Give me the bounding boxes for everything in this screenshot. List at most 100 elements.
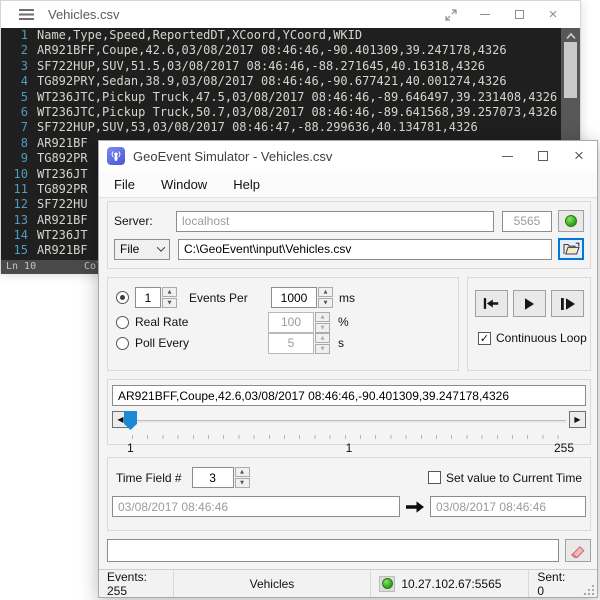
events-count: Events: 255 [99, 570, 173, 597]
editor-line: 5WT236JTC,Pickup Truck,47.5,03/08/2017 0… [1, 90, 580, 105]
arrow-right-icon [405, 500, 425, 514]
minimize-button[interactable] [468, 1, 502, 28]
spin-up-icon[interactable]: ▲ [235, 467, 250, 477]
server-host-input[interactable]: localhost [176, 211, 494, 232]
maximize-button[interactable] [525, 141, 561, 171]
server-address-cell: 10.27.102.67:5565 [371, 570, 528, 597]
scroll-up-icon [565, 32, 577, 40]
server-port-input[interactable]: 5565 [502, 211, 552, 232]
event-group: AR921BFF,Coupe,42.6,03/08/2017 08:46:46,… [107, 379, 591, 445]
rate-group: 1 ▲▼ Events Per 1000 ▲▼ ms Real Rate 100… [107, 277, 459, 371]
clear-log-button[interactable] [565, 539, 591, 562]
editor-line: 7SF722HUP,SUV,53,03/08/2017 08:46:47,-88… [1, 120, 580, 135]
playback-group: ✓ Continuous Loop [467, 277, 591, 371]
interval-stepper[interactable]: 1000 ▲▼ [271, 287, 333, 308]
interval-unit-label: ms [339, 291, 355, 305]
simulator-statusbar: Events: 255 Vehicles 10.27.102.67:5565 S… [99, 569, 597, 597]
slider-min-label: 1 [127, 441, 134, 455]
close-button[interactable]: × [536, 1, 570, 28]
slider-current-label: 1 [346, 441, 353, 455]
scrollbar-thumb[interactable] [564, 42, 577, 98]
spin-down-icon[interactable]: ▼ [318, 298, 333, 308]
slider-track[interactable] [132, 420, 566, 423]
time-field-stepper[interactable]: 3 ▲▼ [192, 467, 250, 488]
real-rate-unit-label: % [338, 315, 349, 329]
server-label: Server: [114, 214, 176, 228]
file-path-input[interactable]: C:\GeoEvent\input\Vehicles.csv [178, 239, 552, 260]
time-field-label: Time Field # [116, 471, 182, 485]
spin-up-icon[interactable]: ▲ [318, 287, 333, 297]
slider-ticks [132, 435, 566, 439]
feed-name: Vehicles [174, 570, 371, 597]
events-per-label: Events Per [189, 291, 259, 305]
menu-window[interactable]: Window [161, 177, 207, 192]
real-rate-label: Real Rate [135, 315, 188, 329]
set-current-time-label: Set value to Current Time [446, 471, 582, 485]
play-button[interactable] [513, 290, 546, 317]
step-forward-button[interactable] [551, 290, 584, 317]
spin-down-icon[interactable]: ▼ [315, 323, 330, 333]
minimize-button[interactable] [489, 141, 525, 171]
eraser-icon [570, 543, 587, 558]
poll-stepper[interactable]: 5 ▲▼ [268, 333, 330, 354]
editor-window-title: Vehicles.csv [48, 7, 120, 22]
poll-every-label: Poll Every [135, 336, 189, 350]
current-event-field[interactable]: AR921BFF,Coupe,42.6,03/08/2017 08:46:46,… [112, 385, 586, 406]
events-per-radio[interactable] [116, 291, 129, 304]
sent-count: Sent: 0 [529, 570, 583, 597]
events-count-stepper[interactable]: 1 ▲▼ [135, 287, 177, 308]
connected-icon [565, 215, 577, 227]
simulator-window-title: GeoEvent Simulator - Vehicles.csv [133, 149, 332, 164]
connected-icon [379, 576, 395, 592]
chevron-down-icon [157, 243, 165, 251]
editor-titlebar: Vehicles.csv × [1, 1, 580, 28]
real-rate-stepper[interactable]: 100 ▲▼ [268, 312, 330, 333]
editor-line: 2AR921BFF,Coupe,42.6,03/08/2017 08:46:46… [1, 43, 580, 58]
message-log-field[interactable] [107, 539, 559, 562]
line-indicator: Ln 10 [6, 260, 36, 274]
menubar: File Window Help [99, 171, 597, 198]
skip-to-start-icon [482, 297, 500, 310]
real-rate-radio[interactable] [116, 316, 129, 329]
editor-line: 1Name,Type,Speed,ReportedDT,XCoord,YCoor… [1, 28, 580, 43]
continuous-loop-label: Continuous Loop [496, 331, 587, 345]
server-address: 10.27.102.67:5565 [401, 577, 501, 591]
simulator-titlebar: GeoEvent Simulator - Vehicles.csv × [99, 141, 597, 171]
menu-help[interactable]: Help [233, 177, 260, 192]
maximize-button[interactable] [502, 1, 536, 28]
connection-status-button[interactable] [558, 210, 584, 232]
resize-grip[interactable] [583, 584, 595, 596]
editor-line: 4TG892PRY,Sedan,38.9,03/08/2017 08:46:46… [1, 74, 580, 89]
event-slider[interactable]: ◀ ▶ 1 1 255 [108, 409, 590, 443]
menu-file[interactable]: File [114, 177, 135, 192]
set-current-time-checkbox[interactable]: ✓ [428, 471, 441, 484]
geoevent-simulator-window: GeoEvent Simulator - Vehicles.csv × File… [98, 140, 598, 598]
spin-down-icon[interactable]: ▼ [315, 344, 330, 354]
browse-file-button[interactable] [558, 238, 584, 260]
spin-up-icon[interactable]: ▲ [315, 312, 330, 322]
step-forward-icon [559, 297, 576, 311]
editor-line: 3SF722HUP,SUV,51.5,03/08/2017 08:46:46,-… [1, 59, 580, 74]
spin-up-icon[interactable]: ▲ [315, 333, 330, 343]
time-to-field[interactable]: 03/08/2017 08:46:46 [430, 496, 586, 517]
geoevent-app-icon [107, 147, 125, 165]
hamburger-menu-icon[interactable] [19, 9, 34, 20]
close-button[interactable]: × [561, 141, 597, 171]
continuous-loop-checkbox[interactable]: ✓ [478, 332, 491, 345]
skip-to-start-button[interactable] [475, 290, 508, 317]
expand-icon[interactable] [434, 1, 468, 28]
poll-every-radio[interactable] [116, 337, 129, 350]
open-folder-icon [563, 242, 580, 256]
spin-up-icon[interactable]: ▲ [162, 287, 177, 297]
editor-line: 6WT236JTC,Pickup Truck,50.7,03/08/2017 0… [1, 105, 580, 120]
slider-right-arrow[interactable]: ▶ [569, 411, 586, 428]
spin-down-icon[interactable]: ▼ [162, 298, 177, 308]
play-icon [522, 297, 536, 311]
spin-down-icon[interactable]: ▼ [235, 478, 250, 488]
source-type-select[interactable]: File [114, 239, 170, 260]
poll-unit-label: s [338, 336, 344, 350]
connection-group: Server: localhost 5565 File C:\GeoEvent\… [107, 201, 591, 269]
time-from-field[interactable]: 03/08/2017 08:46:46 [112, 496, 400, 517]
slider-max-label: 255 [554, 441, 574, 455]
time-group: Time Field # 3 ▲▼ ✓ Set value to Current… [107, 457, 591, 531]
